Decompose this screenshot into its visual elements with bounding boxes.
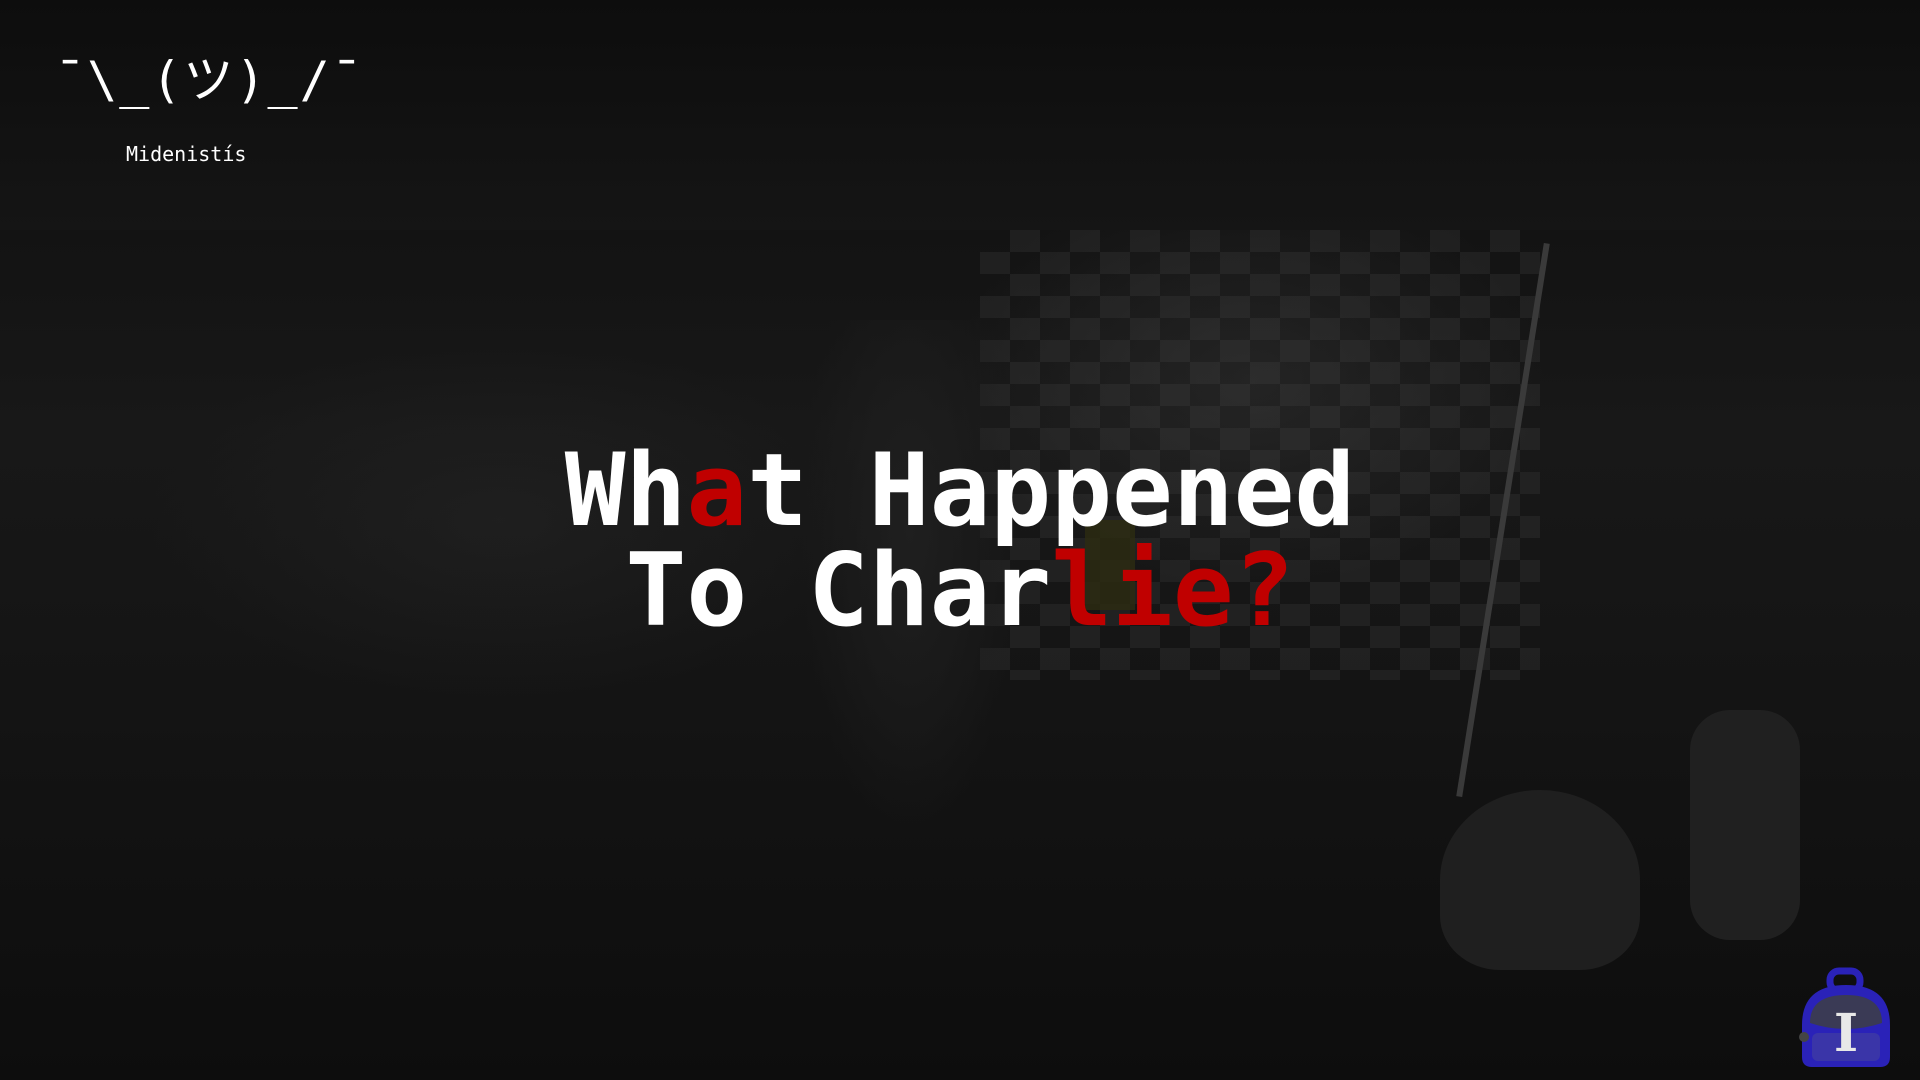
studio-logo: ¯\_(ツ)_/¯ [55,51,364,109]
studio-name: Midenistís [126,142,247,166]
game-title: What Happened To Charlie? [0,440,1920,641]
toilet-tank [1690,710,1800,940]
ceiling [0,0,1920,230]
title-accent-text: lie? [1051,531,1295,649]
title-text: To Char [625,531,1052,649]
title-line-2: To Charlie? [0,540,1920,641]
toilet [1440,790,1640,970]
svg-text:I: I [1834,1003,1858,1064]
backpack-icon: I [1799,967,1890,1067]
title-line-1: What Happened [0,440,1920,541]
inventory-button[interactable]: I [1792,965,1900,1070]
